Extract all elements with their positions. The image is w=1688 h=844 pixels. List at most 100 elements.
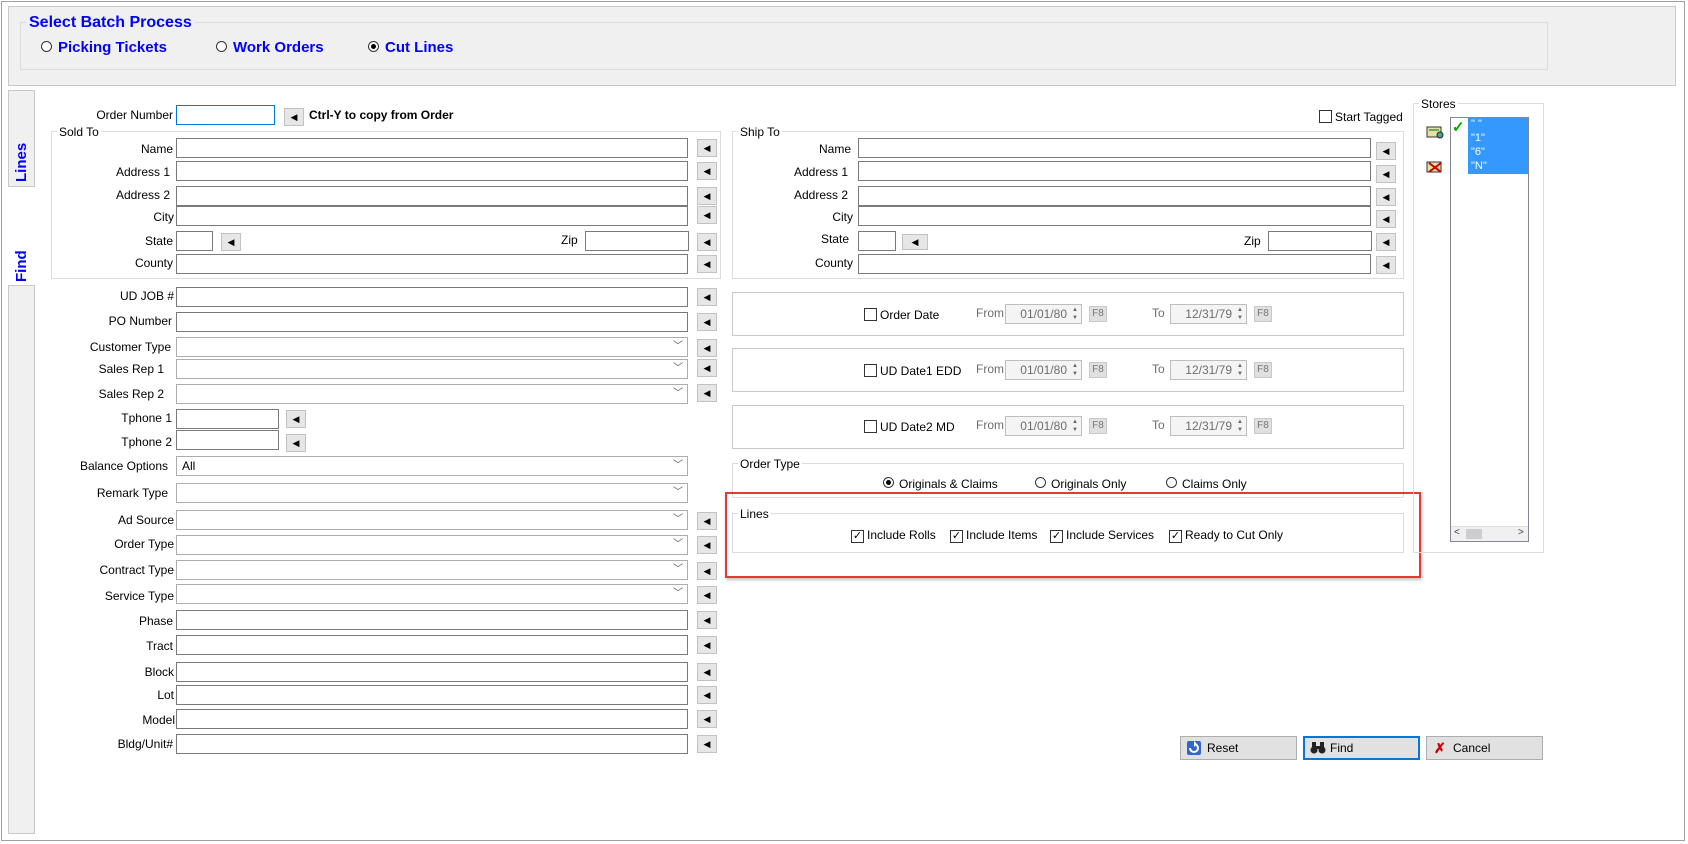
store-item[interactable]: "6" (1471, 145, 1485, 160)
ad-source-arrow[interactable]: ◀ (697, 512, 717, 530)
radio-claims-only[interactable] (1166, 477, 1177, 491)
ship-to-state-input[interactable] (858, 231, 896, 251)
spin-icon[interactable]: ▲ ▼ (1235, 362, 1245, 378)
block-arrow[interactable]: ◀ (697, 663, 717, 681)
ship-to-address1-input[interactable] (858, 161, 1371, 181)
sold-to-address1-arrow[interactable]: ◀ (697, 162, 717, 180)
ship-to-city-input[interactable] (858, 206, 1371, 226)
ud-date2-from-input[interactable]: 01/01/80 ▲ ▼ (1005, 416, 1082, 436)
order-date-to-f8[interactable]: F8 (1254, 306, 1272, 322)
reset-button[interactable]: Reset (1180, 736, 1297, 760)
scroll-right-icon[interactable]: > (1518, 527, 1524, 538)
contract-type-select[interactable]: ﹀ (176, 560, 688, 580)
order-date-checkbox[interactable] (864, 308, 877, 324)
spin-icon[interactable]: ▲ ▼ (1235, 418, 1245, 434)
sold-to-address2-arrow[interactable]: ◀ (697, 187, 717, 205)
store-item[interactable]: " " (1471, 117, 1482, 132)
sales-rep2-arrow[interactable]: ◀ (697, 384, 717, 402)
customer-type-select[interactable]: ﹀ (176, 337, 688, 357)
ship-to-zip-input[interactable] (1268, 231, 1372, 251)
order-type-arrow[interactable]: ◀ (697, 536, 717, 554)
service-type-select[interactable]: ﹀ (176, 584, 688, 604)
scroll-thumb[interactable] (1466, 529, 1482, 539)
ship-to-address1-arrow[interactable]: ◀ (1376, 165, 1396, 183)
phase-arrow[interactable]: ◀ (697, 611, 717, 629)
model-arrow[interactable]: ◀ (697, 710, 717, 728)
sold-to-city-arrow[interactable]: ◀ (697, 206, 717, 224)
block-input[interactable] (176, 662, 688, 682)
radio-originals-claims[interactable] (883, 477, 894, 491)
ud-date1-from-input[interactable]: 01/01/80 ▲ ▼ (1005, 360, 1082, 380)
bldg-unit-arrow[interactable]: ◀ (697, 735, 717, 753)
ud-job-input[interactable] (176, 287, 688, 307)
radio-picking-tickets-label[interactable]: Picking Tickets (58, 39, 167, 56)
po-number-input[interactable] (176, 312, 688, 332)
order-date-from-input[interactable]: 01/01/80 ▲ ▼ (1005, 304, 1082, 324)
tphone1-arrow[interactable]: ◀ (286, 410, 306, 428)
order-type-select[interactable]: ﹀ (176, 535, 688, 555)
sold-to-city-input[interactable] (176, 206, 688, 226)
stores-horizontal-scrollbar[interactable]: < > (1451, 526, 1528, 541)
start-tagged-label[interactable]: Start Tagged (1335, 110, 1403, 124)
stores-list[interactable] (1450, 117, 1529, 542)
sold-to-zip-arrow[interactable]: ◀ (697, 233, 717, 251)
ship-to-address2-arrow[interactable]: ◀ (1376, 188, 1396, 206)
ship-to-address2-input[interactable] (858, 186, 1371, 206)
radio-claims-only-label[interactable]: Claims Only (1182, 477, 1247, 491)
ud-date2-to-f8[interactable]: F8 (1254, 418, 1272, 434)
spin-icon[interactable]: ▲ ▼ (1070, 362, 1080, 378)
sales-rep2-select[interactable]: ﹀ (176, 384, 688, 404)
ship-to-name-input[interactable] (858, 138, 1371, 158)
untag-stores-icon[interactable] (1426, 160, 1444, 174)
tract-input[interactable] (176, 635, 688, 655)
bldg-unit-input[interactable] (176, 734, 688, 754)
find-button[interactable]: Find (1303, 736, 1420, 760)
tab-lines-label[interactable]: Lines (13, 143, 30, 182)
ud-date1-label[interactable]: UD Date1 EDD (880, 364, 961, 378)
phase-input[interactable] (176, 610, 688, 630)
tab-find-label[interactable]: Find (13, 250, 30, 282)
store-item[interactable]: "1" (1471, 131, 1485, 146)
sold-to-name-input[interactable] (176, 138, 688, 158)
customer-type-arrow[interactable]: ◀ (697, 339, 717, 357)
ship-to-county-arrow[interactable]: ◀ (1376, 256, 1396, 274)
ship-to-state-arrow[interactable]: ◀ (902, 234, 928, 250)
sales-rep1-select[interactable]: ﹀ (176, 359, 688, 379)
start-tagged-checkbox[interactable] (1319, 110, 1332, 126)
store-item[interactable]: "N" (1471, 159, 1487, 174)
cancel-button[interactable]: ✗ Cancel (1426, 736, 1543, 760)
sold-to-zip-input[interactable] (585, 231, 689, 251)
ud-date1-checkbox[interactable] (864, 364, 877, 380)
radio-cut-lines-label[interactable]: Cut Lines (385, 39, 453, 56)
ship-to-city-arrow[interactable]: ◀ (1376, 210, 1396, 228)
sold-to-county-input[interactable] (176, 254, 688, 274)
sold-to-name-arrow[interactable]: ◀ (697, 139, 717, 157)
radio-originals-claims-label[interactable]: Originals & Claims (899, 477, 998, 491)
copy-order-arrow-button[interactable]: ◀ (284, 108, 304, 126)
lot-arrow[interactable]: ◀ (697, 686, 717, 704)
order-date-from-f8[interactable]: F8 (1089, 306, 1107, 322)
order-date-to-input[interactable]: 12/31/79 ▲ ▼ (1170, 304, 1247, 324)
order-number-input[interactable] (176, 105, 275, 125)
ud-job-arrow[interactable]: ◀ (697, 288, 717, 306)
lot-input[interactable] (176, 685, 688, 705)
ud-date2-checkbox[interactable] (864, 420, 877, 436)
radio-picking-tickets[interactable] (41, 41, 52, 55)
sold-to-address2-input[interactable] (176, 186, 688, 206)
ud-date2-from-f8[interactable]: F8 (1089, 418, 1107, 434)
sold-to-state-input[interactable] (176, 231, 213, 251)
radio-work-orders[interactable] (216, 41, 227, 55)
sold-to-county-arrow[interactable]: ◀ (697, 255, 717, 273)
ud-date1-to-f8[interactable]: F8 (1254, 362, 1272, 378)
ship-to-county-input[interactable] (858, 254, 1371, 274)
radio-work-orders-label[interactable]: Work Orders (233, 39, 324, 56)
remark-type-select[interactable]: ﹀ (176, 483, 688, 503)
ud-date1-from-f8[interactable]: F8 (1089, 362, 1107, 378)
balance-options-select[interactable]: All ﹀ (176, 456, 688, 476)
scroll-left-icon[interactable]: < (1454, 527, 1460, 538)
radio-originals-only[interactable] (1035, 477, 1046, 491)
contract-type-arrow[interactable]: ◀ (697, 562, 717, 580)
spin-icon[interactable]: ▲ ▼ (1070, 306, 1080, 322)
radio-cut-lines[interactable] (368, 41, 379, 55)
tphone1-input[interactable] (176, 409, 279, 429)
